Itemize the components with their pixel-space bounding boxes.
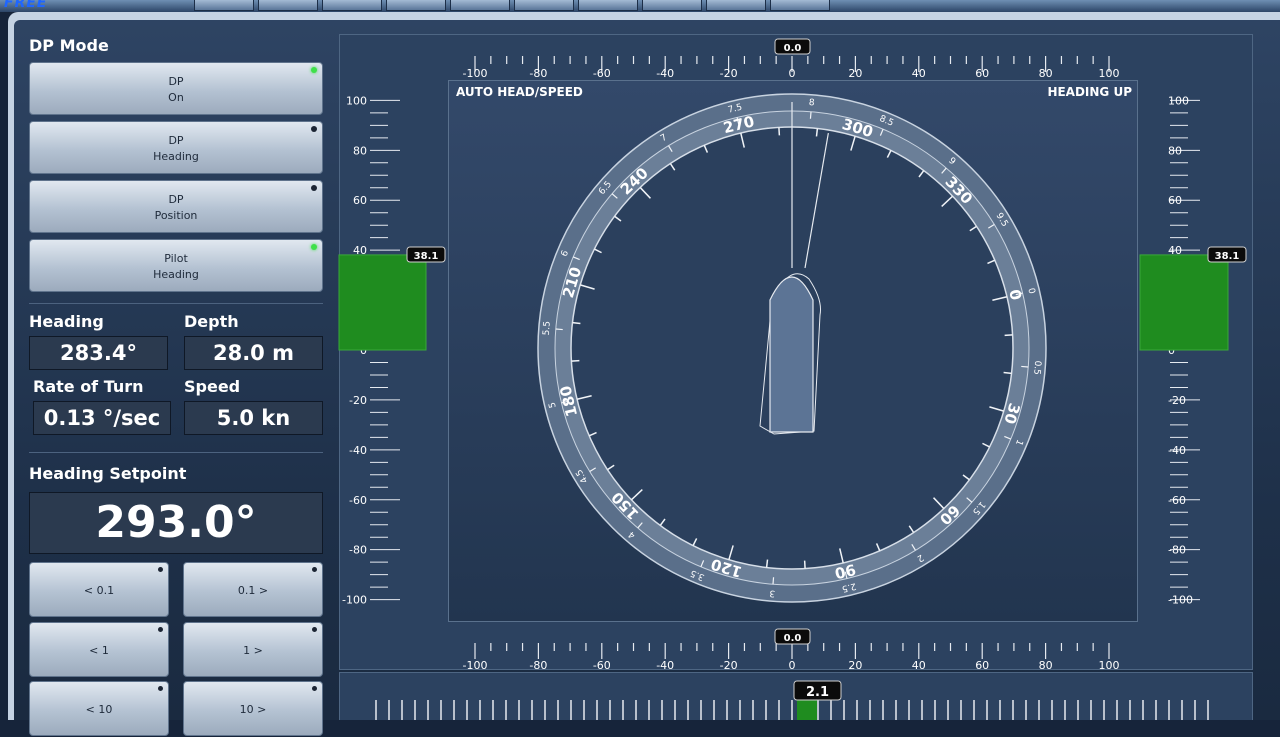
scale-label: -100 — [1168, 594, 1193, 607]
compass-outer-tick — [810, 112, 811, 119]
thrust-value-box: 2.1 — [794, 681, 841, 700]
scale-label: -100 — [463, 659, 488, 672]
scale-label: -80 — [529, 659, 547, 672]
compass-outer-label: 3 — [769, 587, 776, 597]
scale-label: 100 — [346, 94, 367, 107]
right-bar-value: 38.1 — [1215, 251, 1240, 262]
scale-label: -80 — [349, 544, 367, 557]
right-bar-value-box: 38.1 — [1208, 247, 1246, 262]
compass-outer-tick — [1021, 366, 1028, 367]
left-bar-value-box: 38.1 — [407, 247, 445, 262]
scale-label: 80 — [1039, 659, 1053, 672]
scale-label: 60 — [975, 67, 989, 80]
mode-left-label: AUTO HEAD/SPEED — [456, 85, 583, 99]
compass-outer-label: 0.5 — [1031, 360, 1042, 375]
scale-label: 20 — [848, 659, 862, 672]
top-scale-value: 0.0 — [784, 43, 802, 54]
scale-label: -40 — [1168, 444, 1186, 457]
right-level-bar — [1140, 255, 1228, 350]
scale-label: -40 — [349, 444, 367, 457]
scale-label: -80 — [529, 67, 547, 80]
scale-label: 100 — [1168, 94, 1189, 107]
thrust-level-bar — [797, 700, 817, 720]
instrument-overlay: -100-80-60-40-20020406080100 -100-80-60-… — [0, 0, 1280, 720]
compass-outer-label: 8 — [808, 98, 815, 108]
compass-tick — [572, 323, 580, 324]
scale-label: 100 — [1099, 659, 1120, 672]
compass-outer-label: 5.5 — [542, 321, 553, 336]
top-scale-value-box: 0.0 — [775, 39, 810, 54]
scale-label: -40 — [656, 659, 674, 672]
scale-label: -20 — [1168, 394, 1186, 407]
scale-label: 40 — [912, 659, 926, 672]
scale-label: 60 — [353, 194, 367, 207]
scale-label: 100 — [1099, 67, 1120, 80]
scale-label: -60 — [1168, 494, 1186, 507]
scale-label: -100 — [342, 594, 367, 607]
scale-label: -100 — [463, 67, 488, 80]
top-scale: -100 -80 -60 -40 -20 0 20 40 60 80 100 — [463, 56, 1120, 80]
left-bar-value: 38.1 — [414, 251, 439, 262]
scale-label: 80 — [1168, 144, 1182, 157]
scale-label: 60 — [975, 659, 989, 672]
scale-label: 40 — [912, 67, 926, 80]
scale-label: -60 — [593, 659, 611, 672]
bottom-scale: -100 -80 -60 -40 -20 0 20 40 60 80 100 — [463, 643, 1120, 672]
scale-label: 60 — [1168, 194, 1182, 207]
scale-label: 80 — [353, 144, 367, 157]
compass-tick — [767, 560, 768, 568]
scale-label: -20 — [720, 67, 738, 80]
scale-label: -60 — [593, 67, 611, 80]
compass-outer-tick — [773, 577, 774, 584]
scale-label: -40 — [656, 67, 674, 80]
bottom-scale-value: 0.0 — [784, 633, 802, 644]
scale-label: 80 — [1039, 67, 1053, 80]
compass-outer-tick — [556, 329, 563, 330]
compass-tick — [1004, 372, 1012, 373]
scale-label: -20 — [720, 659, 738, 672]
bottom-scale-value-box: 0.0 — [775, 629, 810, 644]
vessel-icon — [770, 277, 813, 432]
scale-label: 0 — [789, 67, 796, 80]
mode-right-label: HEADING UP — [1047, 85, 1132, 99]
thrust-value: 2.1 — [806, 685, 829, 700]
scale-label: -20 — [349, 394, 367, 407]
thrust-scale — [376, 700, 1208, 720]
compass-tick — [816, 128, 817, 136]
scale-label: -60 — [349, 494, 367, 507]
scale-label: -80 — [1168, 544, 1186, 557]
scale-label: 0 — [789, 659, 796, 672]
scale-label: 20 — [848, 67, 862, 80]
left-level-bar — [339, 255, 426, 350]
